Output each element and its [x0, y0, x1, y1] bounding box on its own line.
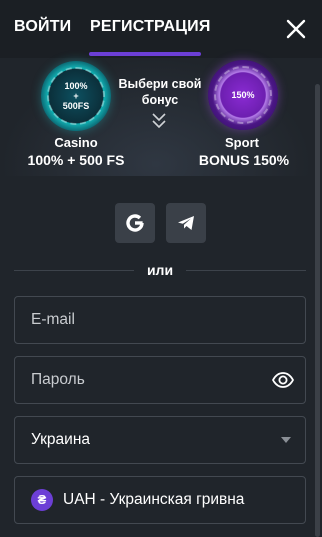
- close-icon: [286, 19, 306, 39]
- casino-badge-bottom: 500FS: [62, 101, 90, 111]
- country-value: Украина: [31, 431, 91, 448]
- hryvnia-icon: ₴: [31, 489, 53, 511]
- currency-value: UAH - Украинская гривна: [63, 491, 245, 508]
- google-icon: [126, 214, 144, 232]
- email-input[interactable]: [31, 297, 271, 343]
- sport-bonus-value: BONUS 150%: [198, 152, 290, 168]
- scrollbar[interactable]: [315, 84, 320, 537]
- password-field[interactable]: [14, 356, 306, 404]
- or-divider-label: или: [146, 262, 174, 278]
- casino-bonus-title: Casino: [54, 135, 98, 150]
- auth-tabs: ВОЙТИ РЕГИСТРАЦИЯ: [0, 0, 322, 58]
- casino-badge-top: 100%: [64, 81, 88, 91]
- telegram-icon: [178, 216, 194, 230]
- double-chevron-down-icon: [152, 113, 166, 129]
- currency-select[interactable]: ₴ UAH - Украинская гривна: [14, 476, 306, 524]
- casino-bonus-value: 100% + 500 FS: [27, 152, 125, 168]
- tab-register[interactable]: РЕГИСТРАЦИЯ: [90, 18, 211, 36]
- bonus-promo: 100% + 500FS 150% Выбери свой бонус Casi…: [0, 58, 312, 176]
- choose-bonus-text: Выбери свой бонус: [118, 77, 202, 107]
- email-field[interactable]: [14, 296, 306, 344]
- password-input[interactable]: [31, 357, 271, 403]
- close-button[interactable]: [284, 17, 308, 41]
- casino-badge-plus: +: [73, 91, 79, 101]
- sport-badge-center: 150%: [231, 90, 255, 100]
- sport-bonus-title: Sport: [225, 135, 259, 150]
- triangle-down-icon: [281, 437, 291, 443]
- country-select[interactable]: Украина: [14, 416, 306, 464]
- tab-login[interactable]: ВОЙТИ: [14, 18, 71, 36]
- google-login-button[interactable]: [115, 203, 155, 243]
- sport-bonus-badge[interactable]: 150%: [208, 60, 278, 130]
- eye-icon[interactable]: [272, 372, 294, 388]
- telegram-login-button[interactable]: [166, 203, 206, 243]
- active-tab-indicator: [89, 52, 201, 56]
- divider-left: [14, 270, 134, 271]
- casino-bonus-badge[interactable]: 100% + 500FS: [41, 61, 111, 131]
- divider-right: [186, 270, 306, 271]
